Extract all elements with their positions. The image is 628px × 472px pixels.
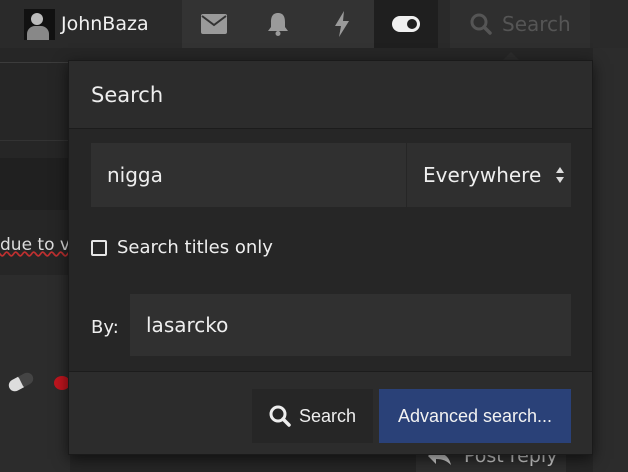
search-titles-only-option[interactable]: Search titles only: [91, 237, 273, 258]
search-dropdown-title: Search: [91, 83, 164, 107]
advanced-search-label: Advanced search...: [397, 405, 553, 426]
by-member-label: By:: [91, 317, 119, 338]
search-scope-select[interactable]: Everywhere: [406, 143, 571, 207]
search-scope-value: Everywhere: [423, 163, 542, 187]
background-right-column: [593, 48, 628, 472]
background-divider: [0, 140, 70, 141]
background-divider: [0, 62, 70, 63]
search-query-input[interactable]: [91, 143, 406, 207]
nav-search-button[interactable]: Search: [450, 0, 590, 48]
nav-search-label: Search: [502, 12, 571, 36]
by-member-input[interactable]: [130, 294, 571, 356]
search-dropdown: Search Everywhere Search titles only By:…: [68, 60, 593, 455]
user-menu[interactable]: JohnBaza: [24, 8, 149, 40]
bell-icon: [268, 13, 288, 36]
avatar: [24, 8, 55, 40]
alerts-button[interactable]: [246, 0, 310, 48]
search-icon: [269, 405, 291, 427]
select-arrows-icon: [556, 167, 564, 183]
search-button-label: Search: [298, 405, 357, 426]
background-band: [0, 158, 70, 210]
background-post-area: [0, 275, 70, 472]
inbox-button[interactable]: [182, 0, 246, 48]
search-dropdown-header: Search: [69, 61, 592, 129]
style-toggle-button[interactable]: [374, 0, 438, 48]
advanced-search-button[interactable]: Advanced search...: [379, 389, 571, 443]
toggle-icon: [392, 16, 420, 32]
titles-only-label: Search titles only: [117, 237, 273, 258]
titles-only-checkbox[interactable]: [91, 239, 107, 256]
search-icon: [470, 13, 492, 35]
envelope-icon: [201, 14, 227, 34]
search-button[interactable]: Search: [252, 389, 373, 443]
top-nav-bar: JohnBaza Search: [0, 0, 628, 48]
username: JohnBaza: [61, 13, 149, 35]
bolt-icon: [335, 11, 349, 37]
background-post-text: due to v: [0, 235, 70, 255]
search-dropdown-footer: Search Advanced search...: [69, 371, 592, 454]
whats-new-button[interactable]: [310, 0, 374, 48]
